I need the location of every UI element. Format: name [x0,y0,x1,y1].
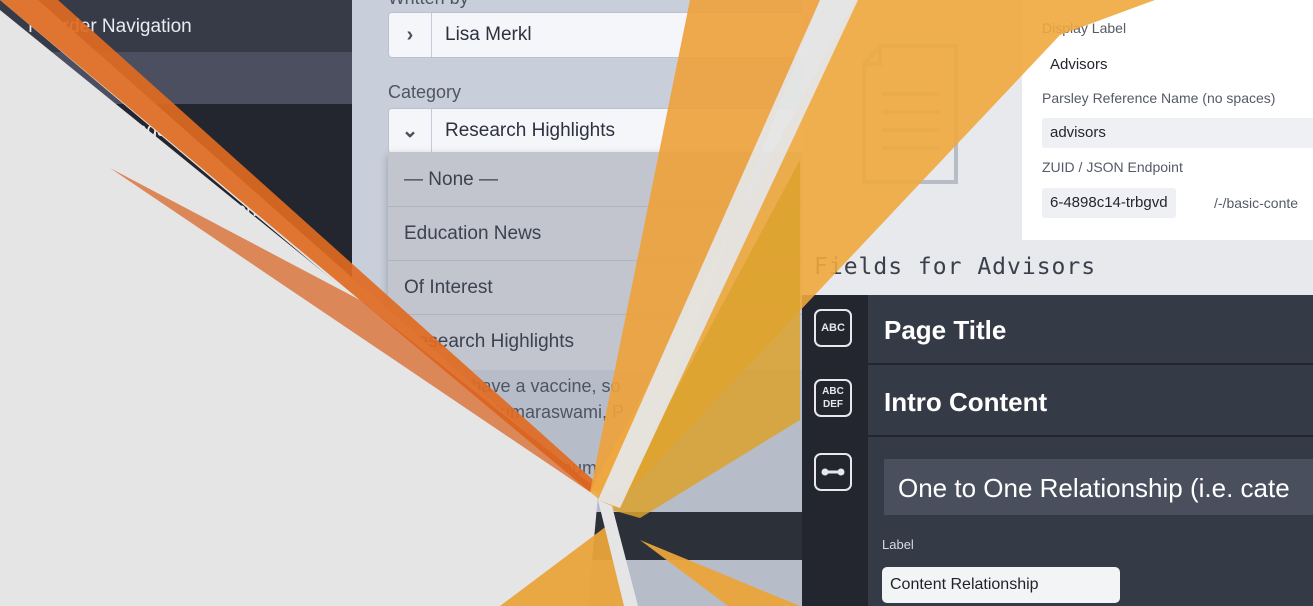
sidebar-item-active[interactable] [0,52,352,104]
chevron-down-icon: ⌄ [389,109,432,153]
written-by-label: Written by [388,0,469,9]
sidebar-item-reorder-navigation[interactable]: Reorder Navigation [0,0,352,52]
chevron-right-icon: › [389,13,432,57]
model-settings-panel: Display Label Advisors Parsley Reference… [802,0,1313,295]
category-select[interactable]: ⌄ Research Highlights [388,108,802,154]
body-text-line: Kumaraswami, P [488,402,625,422]
reference-name-label: Parsley Reference Name (no spaces) [1042,90,1276,106]
display-label-input[interactable]: Advisors [1042,50,1116,80]
relationship-link-icon [814,453,852,491]
field-title: Page Title [884,315,1007,345]
json-endpoint-link[interactable]: /-/basic-conte [1214,195,1298,211]
field-main: Page Title [868,295,1313,365]
field-icon-column [802,437,868,606]
abc-def-textarea-icon: ABC DEF [814,379,852,417]
label-input-value: Content Relationship [890,576,1039,593]
sidebar-item[interactable] [0,208,352,260]
label-caption: Label [882,537,914,552]
form-footer-bar [352,512,802,560]
sidebar-item-label: Reorder Navigation [28,16,192,37]
sidebar-item-navigation[interactable]: tion [0,156,352,221]
icon-text: ABC [822,386,844,397]
fields-heading: Fields for Advisors [814,254,1097,280]
option-label: Research Highlights [404,331,575,352]
author-value: Lisa Merkl [445,24,532,45]
body-editor[interactable]: n't have a vaccine, so Kumaraswami, P ou… [352,370,802,606]
field-row-intro-content[interactable]: ABC DEF Intro Content [802,365,1313,437]
option-label: Of Interest [404,277,493,298]
field-main: Intro Content [868,365,1313,437]
model-settings-card: Display Label Advisors Parsley Reference… [1022,0,1313,240]
category-value: Research Highlights [445,120,616,141]
body-text-line: oum [562,458,598,478]
body-text-line: n't have a vaccine, so [448,376,621,396]
abc-text-icon: ABC [814,309,852,347]
field-icon-column: ABC DEF [802,365,868,435]
field-title: Intro Content [884,387,1048,417]
category-label: Category [388,82,462,102]
reference-name-input[interactable]: advisors [1042,118,1313,148]
field-row-relationship[interactable]: One to One Relationship (i.e. cate Label… [802,437,1313,606]
category-option-none[interactable]: — None — [388,152,802,207]
icon-text: DEF [823,399,843,410]
field-row-page-title[interactable]: ABC Page Title [802,295,1313,365]
field-icon-column: ABC [802,295,868,363]
sidebar-item-settings[interactable]: ngs [0,104,352,156]
field-title: One to One Relationship (i.e. cate [898,473,1290,503]
zuid-label: ZUID / JSON Endpoint [1042,159,1183,175]
author-select[interactable]: › Lisa Merkl [388,12,802,58]
field-main: One to One Relationship (i.e. cate Label… [868,437,1313,606]
category-option-education-news[interactable]: Education News [388,206,802,261]
category-dropdown: — None — Education News Of Interest Rese… [388,152,802,370]
display-label-label: Display Label [1042,20,1127,36]
option-label: Education News [404,223,542,244]
category-option-of-interest[interactable]: Of Interest [388,260,802,315]
app-sidebar: Reorder Navigation ngs tion [0,0,352,606]
category-option-research-highlights[interactable]: Research Highlights [388,314,802,368]
article-form: Written by › Lisa Merkl Category ⌄ Resea… [352,0,802,606]
relationship-title-box[interactable]: One to One Relationship (i.e. cate [884,459,1313,515]
option-label: — None — [404,169,498,190]
fields-list: ABC Page Title ABC DEF Intro Content One… [802,295,1313,606]
zuid-value: 6-4898c14-trbgvd [1042,188,1176,218]
label-input[interactable]: Content Relationship [882,567,1120,603]
sidebar-item-label: ngs [136,120,167,141]
document-icon [862,44,958,184]
